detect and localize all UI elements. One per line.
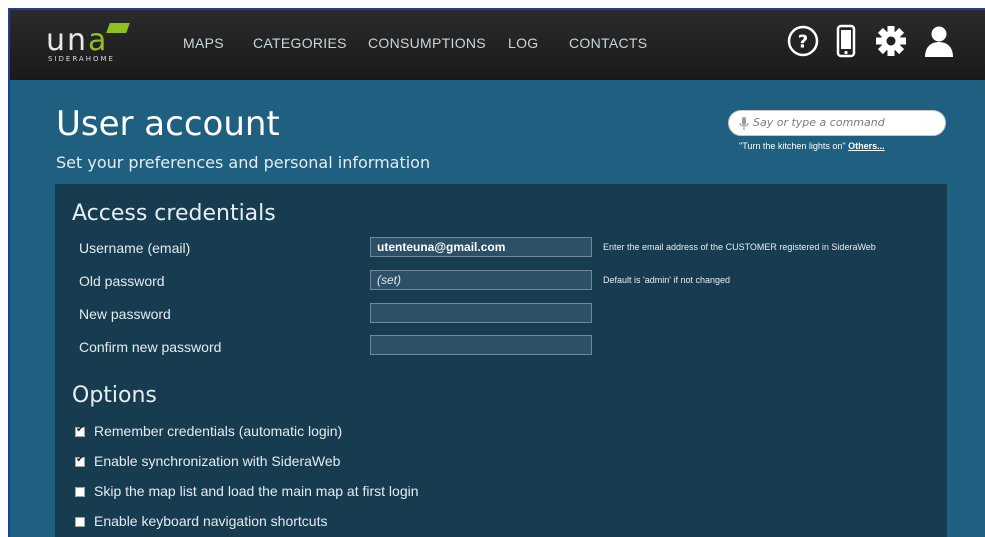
help-icon[interactable]: ? bbox=[786, 24, 820, 62]
logo-flag-shape bbox=[106, 23, 130, 33]
nav-contacts[interactable]: CONTACTS bbox=[569, 35, 647, 51]
nav-log[interactable]: LOG bbox=[508, 35, 538, 51]
user-icon[interactable] bbox=[922, 24, 956, 62]
keyboard-shortcuts-checkbox[interactable] bbox=[75, 517, 85, 527]
command-hint-others-link[interactable]: Others... bbox=[848, 141, 885, 151]
settings-panel: Access credentials Username (email) Ente… bbox=[55, 184, 947, 537]
microphone-icon[interactable] bbox=[739, 116, 749, 135]
mobile-icon[interactable] bbox=[836, 24, 856, 62]
command-placeholder: Say or type a command bbox=[753, 116, 885, 129]
old-password-field[interactable] bbox=[370, 270, 592, 290]
option-label: Skip the map list and load the main map … bbox=[94, 483, 419, 499]
check-mark-icon: ✔ bbox=[76, 424, 85, 435]
access-credentials-title: Access credentials bbox=[72, 201, 276, 226]
nav-consumptions[interactable]: CONSUMPTIONS bbox=[368, 35, 486, 51]
option-label: Enable synchronization with SideraWeb bbox=[94, 453, 341, 469]
svg-text:?: ? bbox=[798, 32, 808, 53]
old-password-label: Old password bbox=[79, 273, 165, 289]
app-frame: una SIDERAHOME MAPS CATEGORIES CONSUMPTI… bbox=[10, 10, 985, 537]
nav-maps[interactable]: MAPS bbox=[183, 35, 224, 51]
username-field[interactable] bbox=[370, 237, 592, 257]
remember-credentials-checkbox[interactable]: ✔ bbox=[75, 424, 85, 437]
confirm-password-field[interactable] bbox=[370, 335, 592, 355]
page-subtitle: Set your preferences and personal inform… bbox=[56, 153, 431, 172]
skip-map-list-checkbox[interactable] bbox=[75, 487, 85, 497]
top-navbar: una SIDERAHOME MAPS CATEGORIES CONSUMPTI… bbox=[10, 10, 985, 80]
check-mark-icon: ✔ bbox=[76, 454, 85, 465]
gear-icon[interactable] bbox=[874, 24, 908, 62]
command-hint-example: "Turn the kitchen lights on" bbox=[739, 141, 846, 151]
old-password-hint: Default is 'admin' if not changed bbox=[603, 275, 731, 285]
command-hint: "Turn the kitchen lights on" Others... bbox=[739, 141, 885, 151]
logo-subtitle: SIDERAHOME bbox=[48, 55, 115, 63]
option-label: Enable keyboard navigation shortcuts bbox=[94, 513, 328, 529]
nav-categories[interactable]: CATEGORIES bbox=[253, 35, 347, 51]
username-hint: Enter the email address of the CUSTOMER … bbox=[603, 242, 876, 252]
options-title: Options bbox=[72, 383, 157, 408]
new-password-label: New password bbox=[79, 306, 171, 322]
confirm-password-label: Confirm new password bbox=[79, 339, 222, 355]
logo-wordmark: una bbox=[46, 23, 109, 58]
new-password-field[interactable] bbox=[370, 303, 592, 323]
una-logo[interactable]: una SIDERAHOME bbox=[46, 23, 132, 65]
username-label: Username (email) bbox=[79, 240, 191, 256]
enable-sync-checkbox[interactable]: ✔ bbox=[75, 454, 85, 467]
command-input[interactable]: Say or type a command bbox=[728, 110, 946, 136]
page-title: User account bbox=[56, 104, 280, 144]
option-label: Remember credentials (automatic login) bbox=[94, 423, 343, 439]
